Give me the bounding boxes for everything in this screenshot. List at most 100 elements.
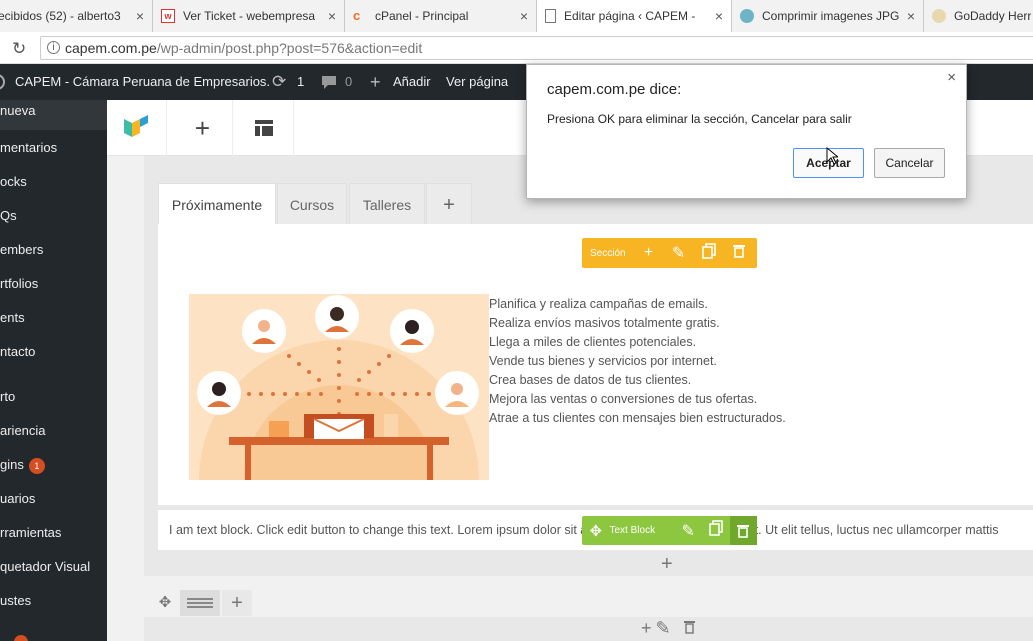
pencil-icon[interactable]: ✎ [656, 618, 675, 638]
sidebar-item-experto[interactable]: rto [0, 389, 15, 404]
close-icon[interactable]: × [136, 8, 144, 24]
move-icon[interactable]: ✥ [150, 590, 180, 616]
row-controls: ✥ + [150, 590, 261, 616]
sidebar-item-label: rramientas [0, 525, 62, 540]
copy-icon[interactable] [702, 520, 730, 541]
sidebar-item-label: embers [0, 242, 44, 257]
sidebar-item-label: mentarios [0, 140, 58, 155]
close-icon[interactable]: × [520, 8, 528, 24]
browser-tab-inbox[interactable]: ecibidos (52) - alberto3 × [0, 0, 153, 32]
sidebar-item-faqs[interactable]: Qs [0, 208, 17, 223]
browser-tab-strip: ecibidos (52) - alberto3 × w Ver Ticket … [0, 0, 1033, 32]
sidebar-item-label: gins [0, 457, 24, 472]
next-row [144, 617, 1033, 641]
row-bottom-controls: +✎ [641, 618, 695, 639]
feature-item: Planifica y realiza campañas de emails. [489, 297, 708, 311]
godaddy-icon [932, 9, 946, 23]
updates-count[interactable]: 1 [297, 64, 304, 100]
reload-icon[interactable]: ↻ [12, 39, 26, 59]
sidebar-item-label: ustes [0, 593, 32, 608]
plugins-count-badge: 1 [28, 457, 45, 474]
tab-title: ecibidos (52) - alberto3 [0, 9, 121, 23]
vc-logo-icon[interactable] [107, 100, 167, 156]
close-icon[interactable]: × [907, 8, 915, 24]
trash-icon[interactable] [724, 243, 754, 263]
comments-icon[interactable] [321, 64, 337, 100]
sidebar-item-label: uarios [0, 491, 36, 506]
browser-tab-ticket[interactable]: w Ver Ticket - webempresa × [153, 0, 345, 32]
pencil-icon[interactable]: ✎ [664, 243, 694, 263]
close-icon[interactable]: × [328, 8, 336, 24]
info-icon[interactable]: i [47, 41, 60, 54]
webempresa-icon: w [161, 9, 175, 23]
textblock-controls: ✥ Text Block ✎ [582, 516, 757, 545]
email-marketing-illustration [189, 294, 489, 480]
sidebar-item-empaquetador-visual[interactable]: quetador Visual [0, 559, 90, 574]
move-icon[interactable]: ✥ [582, 522, 610, 540]
add-tab-button[interactable]: + [426, 183, 472, 225]
cursor-icon [826, 147, 838, 165]
sidebar-item-usuarios[interactable]: uarios [0, 491, 35, 506]
feature-item: Crea bases de datos de tus clientes. [489, 373, 692, 387]
close-icon[interactable]: × [715, 8, 723, 24]
plus-icon[interactable]: + [222, 590, 252, 616]
feature-item: Llega a miles de clientes potenciales. [489, 335, 697, 349]
add-element-button[interactable]: + [173, 100, 233, 156]
sidebar-item-apariencia[interactable]: ariencia [0, 423, 46, 438]
copy-icon[interactable] [694, 242, 724, 264]
address-bar: ↻ i capem.com.pe/wp-admin/post.php?post=… [0, 32, 1033, 64]
tab-talleres[interactable]: Talleres [349, 183, 425, 225]
feature-item: Vende tus bienes y servicios por interne… [489, 354, 717, 368]
features-list: Planifica y realiza campañas de emails. … [489, 295, 786, 428]
sidebar-item-comentarios[interactable]: mentarios [0, 140, 57, 155]
section-label[interactable]: Sección [582, 248, 634, 259]
pencil-icon[interactable]: ✎ [675, 521, 703, 541]
sidebar-item-events[interactable]: ents [0, 310, 25, 325]
plus-icon[interactable]: + [634, 244, 664, 262]
tab-title: Editar página ‹ CAPEM - [564, 9, 696, 23]
sidebar-item-blocks[interactable]: ocks [0, 174, 27, 189]
sidebar-item-plugins[interactable]: gins 1 [0, 457, 45, 474]
comments-count[interactable]: 0 [345, 64, 352, 100]
dialog-message: Presiona OK para eliminar la sección, Ca… [547, 112, 852, 126]
url-host: capem.com.pe [65, 40, 157, 56]
add-element-plus-icon[interactable]: + [661, 553, 673, 576]
trash-icon[interactable] [729, 516, 757, 545]
site-name-link[interactable]: CAPEM - Cámara Peruana de Empresarios. [15, 64, 270, 100]
browser-tab-editar[interactable]: Editar página ‹ CAPEM - × [537, 0, 732, 32]
collapse-icon[interactable] [14, 635, 28, 641]
wordpress-icon[interactable] [0, 64, 6, 100]
trash-icon[interactable] [675, 618, 695, 638]
tab-proximamente[interactable]: Próximamente [158, 183, 276, 225]
plus-icon[interactable]: + [641, 618, 656, 638]
sidebar-item-label: ariencia [0, 423, 46, 438]
sidebar-item-contacto[interactable]: ntacto [0, 344, 35, 359]
sidebar-item-label: ntacto [0, 344, 36, 359]
tab-title: Comprimir imagenes JPG [762, 9, 900, 23]
view-page-link[interactable]: Ver página [446, 64, 508, 100]
layout-icon[interactable] [180, 590, 220, 616]
cpanel-icon: c [353, 8, 361, 23]
textblock-label[interactable]: Text Block [610, 525, 665, 536]
url-input[interactable]: i capem.com.pe/wp-admin/post.php?post=57… [40, 36, 1033, 60]
close-icon[interactable]: × [947, 69, 956, 86]
admin-sidebar: nueva mentarios ocks Qs embers rtfolios … [0, 100, 107, 641]
browser-tab-cpanel[interactable]: c cPanel - Principal × [345, 0, 537, 32]
sidebar-item-ajustes[interactable]: ustes [0, 593, 31, 608]
add-new-link[interactable]: Añadir [393, 64, 431, 100]
sidebar-item-members[interactable]: embers [0, 242, 43, 257]
tab-cursos[interactable]: Cursos [277, 183, 347, 225]
templates-button[interactable] [234, 100, 294, 156]
sidebar-item-portfolios[interactable]: rtfolios [0, 276, 38, 291]
plus-icon[interactable]: + [370, 64, 381, 100]
sidebar-item-label: rtfolios [0, 276, 39, 291]
updates-icon[interactable]: ⟳ [272, 64, 286, 100]
cancel-button[interactable]: Cancelar [874, 148, 945, 178]
browser-tab-godaddy[interactable]: GoDaddy Herr [924, 0, 1033, 32]
sidebar-item-label: rto [0, 389, 16, 404]
sidebar-item-herramientas[interactable]: rramientas [0, 525, 61, 540]
sidebar-item-label: Qs [0, 208, 17, 223]
browser-tab-comprimir[interactable]: Comprimir imagenes JPG × [732, 0, 924, 32]
sidebar-item-nueva[interactable]: nueva [0, 100, 107, 130]
panda-icon [740, 9, 754, 23]
